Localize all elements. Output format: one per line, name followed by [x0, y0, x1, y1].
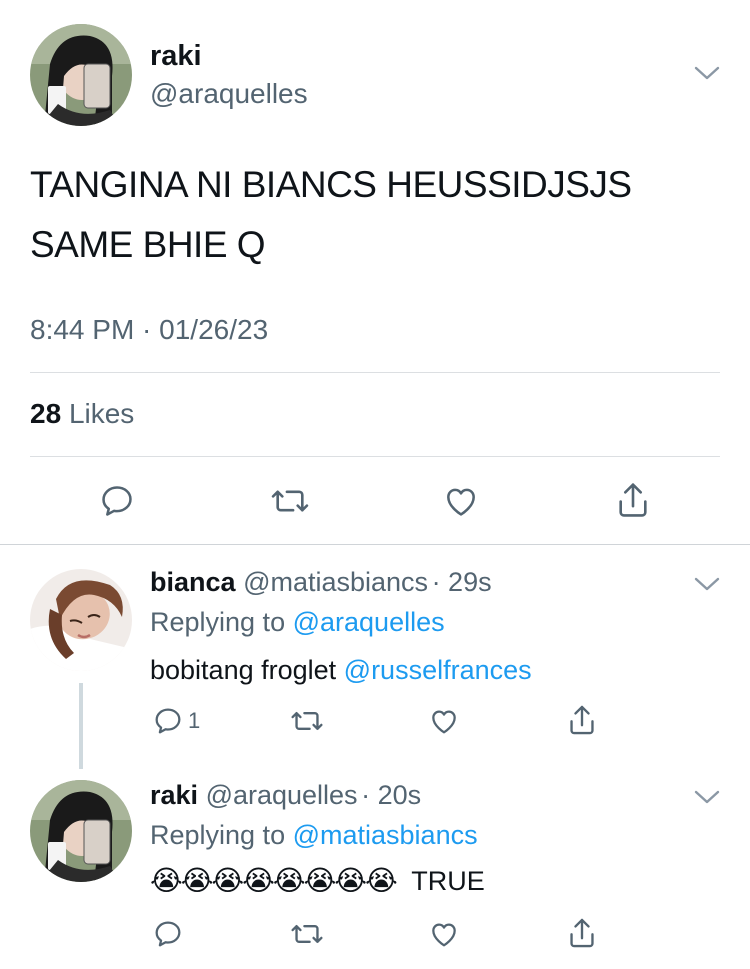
reply-header: bianca @matiasbiancs · 29s — [150, 567, 492, 598]
chevron-down-icon[interactable] — [694, 64, 720, 87]
replying-to-link[interactable]: @matiasbiancs — [293, 820, 478, 850]
retweet-icon — [291, 711, 323, 731]
reply-icon — [155, 921, 181, 947]
tweet-text-line1: TANGINA NI BIANCS HEUSSIDJSJS — [30, 164, 632, 205]
author-name[interactable]: raki — [150, 40, 202, 73]
replying-prefix: Replying to — [150, 820, 286, 850]
reply-tweet: raki @araquelles · 20s Replying to @mati… — [0, 760, 750, 969]
share-button[interactable] — [566, 703, 598, 737]
replying-prefix: Replying to — [150, 607, 286, 637]
reply-text: bobitang froglet @russelfrances — [150, 655, 532, 686]
author-name[interactable]: raki — [150, 780, 198, 810]
retweet-button[interactable] — [290, 705, 324, 737]
timestamp[interactable]: 8:44 PM · 01/26/23 — [30, 314, 268, 346]
avatar[interactable] — [30, 569, 132, 671]
main-tweet: raki @araquelles TANGINA NI BIANCS HEUSS… — [0, 0, 750, 545]
retweet-button[interactable] — [270, 482, 310, 520]
avatar[interactable] — [30, 780, 132, 882]
like-icon — [432, 710, 456, 734]
reply-button[interactable]: 1 — [152, 705, 200, 737]
share-icon — [570, 705, 594, 735]
author-handle[interactable]: @araquelles — [150, 78, 308, 110]
reply-tweet: bianca @matiasbiancs · 29s Replying to @… — [0, 545, 750, 769]
thread-line — [79, 683, 83, 769]
like-button[interactable] — [428, 918, 460, 950]
like-button[interactable] — [428, 705, 460, 737]
share-icon — [570, 918, 594, 948]
share-button[interactable] — [566, 916, 598, 950]
emoji-row: 😭😭😭😭😭😭😭😭 — [150, 865, 398, 896]
reply-header: raki @araquelles · 20s — [150, 780, 421, 811]
chevron-down-icon[interactable] — [694, 788, 720, 811]
reply-icon — [155, 708, 181, 734]
tweet-text-line2: SAME BHIE Q — [30, 224, 266, 265]
reply-time[interactable]: · 20s — [361, 780, 421, 810]
retweet-button[interactable] — [290, 918, 324, 950]
replying-to: Replying to @matiasbiancs — [150, 820, 478, 851]
reply-text: 😭😭😭😭😭😭😭😭 TRUE — [150, 864, 485, 897]
avatar[interactable] — [30, 24, 132, 126]
likes-stat[interactable]: 28 Likes — [30, 398, 134, 430]
reply-button[interactable] — [152, 918, 184, 950]
share-icon — [619, 483, 647, 517]
reply-button[interactable] — [98, 482, 136, 520]
like-icon — [447, 488, 475, 516]
chevron-down-icon[interactable] — [694, 575, 720, 598]
author-handle[interactable]: @matiasbiancs — [243, 567, 428, 597]
reply-body: bobitang froglet — [150, 655, 337, 685]
like-button[interactable] — [442, 482, 480, 520]
reply-count: 1 — [188, 708, 201, 733]
divider — [30, 456, 720, 457]
reply-body: TRUE — [411, 866, 485, 896]
author-name[interactable]: bianca — [150, 567, 236, 597]
share-button[interactable] — [614, 480, 652, 520]
likes-label: Likes — [68, 398, 135, 429]
reply-icon — [102, 486, 132, 516]
likes-count: 28 — [30, 398, 62, 429]
retweet-icon — [291, 924, 323, 944]
author-handle[interactable]: @araquelles — [206, 780, 358, 810]
replying-to: Replying to @araquelles — [150, 607, 445, 638]
mention-link[interactable]: @russelfrances — [344, 655, 532, 685]
reply-time[interactable]: · 29s — [432, 567, 492, 597]
divider — [30, 372, 720, 373]
replying-to-link[interactable]: @araquelles — [293, 607, 445, 637]
like-icon — [432, 923, 456, 947]
retweet-icon — [271, 490, 309, 512]
